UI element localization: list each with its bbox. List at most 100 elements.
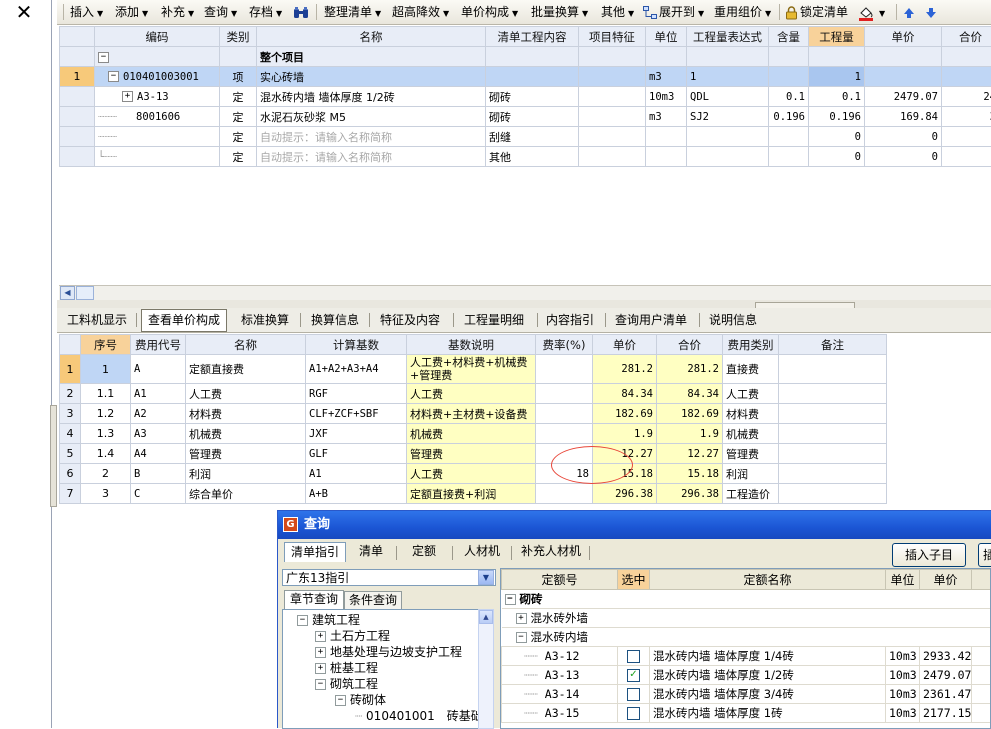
col-header-fee-code[interactable]: 费用代号 — [131, 335, 186, 355]
table-row[interactable]: 2 1.1 A1 人工费 RGF 人工费 84.34 84.34 人工费 — [60, 384, 887, 404]
fee-unit-price[interactable]: 281.2 — [593, 355, 657, 384]
fee-base-desc[interactable]: 机械费 — [407, 424, 536, 444]
collapse-icon[interactable]: − — [335, 695, 346, 706]
tree-node[interactable]: +地基处理与边坡支护工程 — [315, 644, 462, 660]
table-row[interactable]: 7 3 C 综合单价 A+B 定额直接费+利润 296.38 296.38 工程… — [60, 484, 887, 504]
item-name[interactable]: 实心砖墙 — [257, 67, 486, 87]
move-up-icon[interactable] — [903, 0, 915, 24]
fee-name[interactable]: 定额直接费 — [186, 355, 306, 384]
tree-node[interactable]: +桩基工程 — [315, 660, 378, 676]
item-price[interactable] — [865, 67, 942, 87]
col-header-type[interactable]: 类别 — [220, 27, 257, 47]
tab-quota[interactable]: 定额 — [400, 542, 448, 561]
fee-remark[interactable] — [779, 424, 887, 444]
item-content[interactable] — [486, 67, 579, 87]
fee-base[interactable]: A1+A2+A3+A4 — [306, 355, 407, 384]
fee-remark[interactable] — [779, 464, 887, 484]
tree-node[interactable]: −砌筑工程 — [315, 676, 378, 692]
item-unit[interactable]: m3 — [646, 107, 687, 127]
fee-name[interactable]: 人工费 — [186, 384, 306, 404]
col-header-quota-unit[interactable]: 单位 — [886, 570, 920, 590]
fee-category[interactable]: 工程造价 — [723, 484, 779, 504]
fee-base-desc[interactable]: 定额直接费+利润 — [407, 484, 536, 504]
dialog-title-bar[interactable]: 查询 — [278, 511, 991, 539]
subtab-condition-query[interactable]: 条件查询 — [344, 591, 402, 610]
item-ratio[interactable] — [769, 67, 809, 87]
fee-base-desc[interactable]: 人工费+材料费+机械费+管理费 — [407, 355, 536, 384]
quota-name[interactable]: 混水砖内墙 墙体厚度 3/4砖 — [650, 685, 886, 704]
item-unit[interactable]: 10m3 — [646, 87, 687, 107]
item-ratio[interactable] — [769, 127, 809, 147]
fee-category[interactable]: 机械费 — [723, 424, 779, 444]
fee-rate[interactable] — [536, 384, 593, 404]
fee-base-desc[interactable]: 材料费+主材费+设备费 — [407, 404, 536, 424]
fee-remark[interactable] — [779, 384, 887, 404]
quota-group-row[interactable]: −砌砖 — [502, 590, 991, 609]
fee-remark[interactable] — [779, 484, 887, 504]
table-row[interactable]: 1 1 A 定额直接费 A1+A2+A3+A4 人工费+材料费+机械费+管理费 … — [60, 355, 887, 384]
item-total[interactable] — [942, 147, 991, 167]
item-type[interactable]: 定 — [220, 107, 257, 127]
item-expression[interactable]: QDL — [687, 87, 769, 107]
item-expression[interactable] — [687, 147, 769, 167]
fee-base[interactable]: RGF — [306, 384, 407, 404]
item-feature[interactable] — [579, 87, 646, 107]
item-total[interactable] — [942, 127, 991, 147]
fee-category[interactable]: 直接费 — [723, 355, 779, 384]
item-price[interactable]: 0 — [865, 147, 942, 167]
expand-icon[interactable]: + — [315, 647, 326, 658]
table-row[interactable]: +A3-13 定 混水砖内墙 墙体厚度 1/2砖 砌砖 10m3 QDL 0.1… — [60, 87, 991, 107]
tab-features-content[interactable]: 特征及内容 — [373, 310, 447, 330]
fee-name[interactable]: 利润 — [186, 464, 306, 484]
tab-unit-price-composition[interactable]: 查看单价构成 — [141, 309, 227, 332]
fee-unit-price[interactable]: 182.69 — [593, 404, 657, 424]
fee-base[interactable]: JXF — [306, 424, 407, 444]
fee-name[interactable]: 综合单价 — [186, 484, 306, 504]
group-row[interactable]: − 整个项目 — [60, 47, 991, 67]
item-name[interactable]: 混水砖内墙 墙体厚度 1/2砖 — [257, 87, 486, 107]
item-type[interactable]: 定 — [220, 87, 257, 107]
quota-row[interactable]: ┈┈ A3-15 混水砖内墙 墙体厚度 1砖 10m3 2177.15 — [502, 704, 991, 723]
tab-quantity-details[interactable]: 工程量明细 — [457, 310, 531, 330]
item-expression[interactable]: 1 — [687, 67, 769, 87]
fee-seq[interactable]: 1 — [81, 355, 131, 384]
item-feature[interactable] — [579, 147, 646, 167]
lock-list-button[interactable]: 锁定清单 — [785, 0, 848, 24]
col-header-price[interactable]: 单价 — [865, 27, 942, 47]
col-header-base-desc[interactable]: 基数说明 — [407, 335, 536, 355]
col-header-feature[interactable]: 项目特征 — [579, 27, 646, 47]
tab-supplement-material[interactable]: 补充人材机 — [515, 542, 587, 561]
quota-subgroup-row[interactable]: +混水砖外墙 — [502, 609, 991, 628]
fee-code[interactable]: A4 — [131, 444, 186, 464]
fee-seq[interactable]: 2 — [81, 464, 131, 484]
binoculars-icon[interactable] — [293, 0, 309, 24]
item-quantity[interactable]: 1 — [809, 67, 865, 87]
organize-list-menu[interactable]: 整理清单▼ — [324, 0, 381, 24]
item-unit[interactable]: m3 — [646, 67, 687, 87]
item-price[interactable]: 0 — [865, 127, 942, 147]
tab-labor-material-machine[interactable]: 工料机显示 — [61, 310, 133, 330]
quota-row[interactable]: ┈┈ A3-14 混水砖内墙 墙体厚度 3/4砖 10m3 2361.47 — [502, 685, 991, 704]
quota-subgroup-row[interactable]: −混水砖内墙 — [502, 628, 991, 647]
archive-menu[interactable]: 存档▼ — [249, 0, 282, 24]
table-row[interactable]: ┈┈┈8001606 定 水泥石灰砂浆 M5 砌砖 m3 SJ2 0.196 0… — [60, 107, 991, 127]
col-header-ratio[interactable]: 含量 — [769, 27, 809, 47]
fee-seq[interactable]: 3 — [81, 484, 131, 504]
fee-total[interactable]: 12.27 — [657, 444, 723, 464]
col-header-quantity[interactable]: 工程量 — [809, 27, 865, 47]
fee-name[interactable]: 材料费 — [186, 404, 306, 424]
fee-total[interactable]: 296.38 — [657, 484, 723, 504]
item-unit[interactable] — [646, 127, 687, 147]
item-feature[interactable] — [579, 127, 646, 147]
item-type[interactable]: 项 — [220, 67, 257, 87]
collapse-icon[interactable]: − — [297, 615, 308, 626]
col-header-seq[interactable]: 序号 — [81, 335, 131, 355]
fee-seq[interactable]: 1.2 — [81, 404, 131, 424]
expand-icon[interactable]: + — [122, 91, 133, 102]
quota-name[interactable]: 混水砖内墙 墙体厚度 1/2砖 — [650, 666, 886, 685]
insert-menu[interactable]: 插入▼ — [70, 0, 103, 24]
quota-row[interactable]: ┈┈ A3-12 混水砖内墙 墙体厚度 1/4砖 10m3 2933.42 — [502, 647, 991, 666]
item-ratio[interactable] — [769, 147, 809, 167]
fee-total[interactable]: 182.69 — [657, 404, 723, 424]
col-header-expression[interactable]: 工程量表达式 — [687, 27, 769, 47]
